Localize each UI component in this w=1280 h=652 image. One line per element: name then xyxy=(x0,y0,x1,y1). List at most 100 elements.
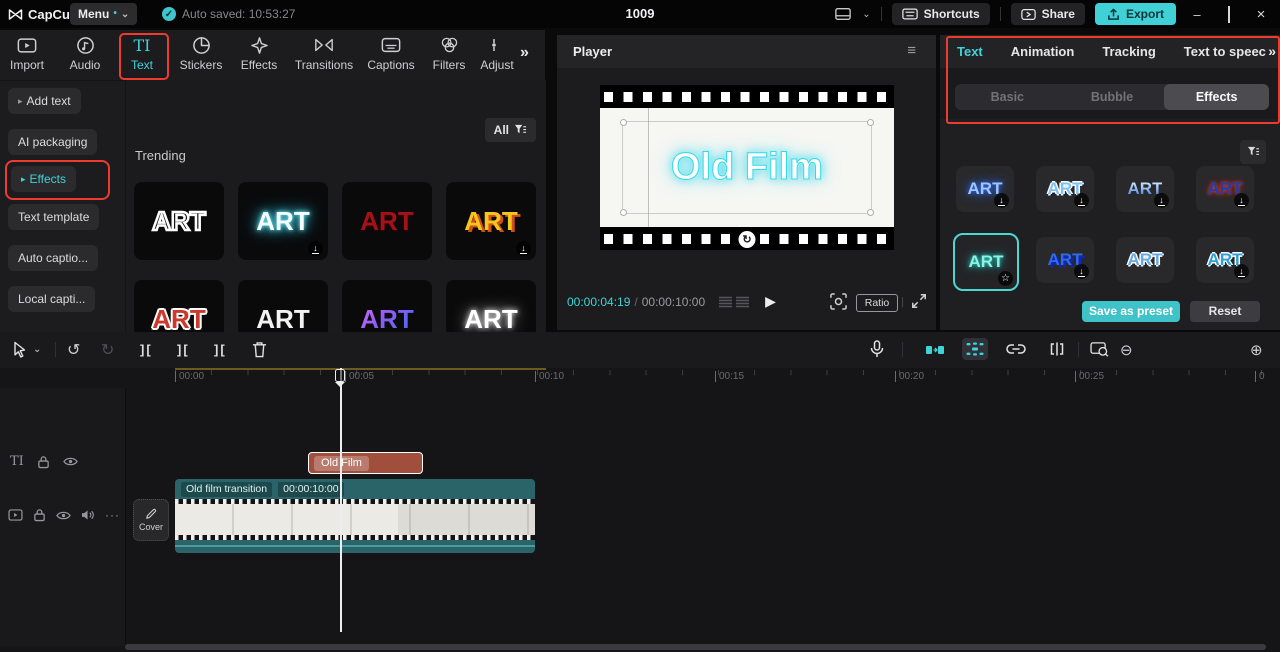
shortcuts-button[interactable]: Shortcuts xyxy=(891,3,990,25)
text-effect-thumbnail[interactable]: ART ↓ xyxy=(1196,166,1254,212)
effect-preview-text: ART xyxy=(968,252,1004,271)
magnetic-snap-icon[interactable] xyxy=(922,339,948,361)
undo-icon[interactable]: ↺ xyxy=(67,340,80,360)
workspace-layout-icon[interactable] xyxy=(834,6,852,22)
selection-handle[interactable] xyxy=(620,119,627,126)
sidebar-item-auto-captions[interactable]: Auto captio... xyxy=(8,245,99,271)
text-effect-thumbnail[interactable]: ART xyxy=(1116,237,1174,283)
ratio-button[interactable]: Ratio xyxy=(856,294,898,312)
tab-text-to-speech[interactable]: Text to speech xyxy=(1184,44,1273,59)
record-voiceover-icon[interactable] xyxy=(870,340,884,359)
effect-thumbnail[interactable]: ART ↓ xyxy=(238,182,328,260)
playhead-handle[interactable] xyxy=(335,369,345,382)
eye-icon[interactable] xyxy=(56,510,71,521)
ribbon-item-stickers[interactable]: Stickers xyxy=(172,34,230,72)
cursor-tool-chevron-icon[interactable]: ⌄ xyxy=(33,344,41,355)
effect-preview-text: ART xyxy=(151,204,207,237)
lock-icon[interactable] xyxy=(37,455,50,469)
maximize-button[interactable] xyxy=(1218,5,1240,23)
preview-quality-icon[interactable] xyxy=(1090,341,1109,357)
sidebar-item-text-template[interactable]: Text template xyxy=(8,204,100,230)
mute-icon[interactable] xyxy=(81,509,95,521)
text-effect-thumbnail[interactable]: ART ↓ xyxy=(1196,237,1254,283)
cover-button[interactable]: Cover xyxy=(133,499,169,541)
effect-thumbnail[interactable]: ART ↓ xyxy=(446,182,536,260)
video-preview[interactable]: Old Film ↻ xyxy=(600,85,894,250)
share-button[interactable]: Share xyxy=(1010,3,1085,25)
sidebar-item-label: Add text xyxy=(26,94,71,108)
frame-list-icon[interactable] xyxy=(736,296,750,308)
timeline-horizontal-scrollbar[interactable] xyxy=(125,644,1266,650)
ribbon-item-captions[interactable]: Captions xyxy=(362,34,420,72)
tab-animation[interactable]: Animation xyxy=(1011,44,1075,59)
split-right-icon[interactable]: ][ xyxy=(214,342,227,357)
playhead-line[interactable] xyxy=(340,368,342,632)
workspace-chevron-icon[interactable]: ⌄ xyxy=(862,9,870,20)
ribbon-label: Captions xyxy=(367,58,415,72)
preview-focus-icon[interactable] xyxy=(830,293,847,310)
eye-icon[interactable] xyxy=(63,456,78,467)
ribbon-item-audio[interactable]: Audio xyxy=(60,34,110,72)
sidebar-item-add-text[interactable]: ▸ Add text xyxy=(8,88,81,114)
text-effect-thumbnail[interactable]: ART ↓ xyxy=(1116,166,1174,212)
sidebar-item-ai-packaging[interactable]: AI packaging xyxy=(8,129,98,155)
frame-list-icon[interactable] xyxy=(719,296,733,308)
cursor-tool-icon[interactable] xyxy=(12,341,28,358)
tabs-overflow-icon[interactable]: » xyxy=(1266,43,1276,59)
subtab-bubble[interactable]: Bubble xyxy=(1060,84,1165,110)
text-clip[interactable]: Old Film xyxy=(308,452,423,474)
text-effect-thumbnail[interactable]: ART ↓ xyxy=(1036,237,1094,283)
play-button[interactable]: ▶ xyxy=(765,293,776,310)
menu-badge-dot: • xyxy=(113,8,117,19)
ribbon-item-text[interactable]: TI Text xyxy=(118,34,166,73)
shortcuts-label: Shortcuts xyxy=(923,7,980,21)
minimize-button[interactable]: – xyxy=(1186,7,1208,22)
tab-text[interactable]: Text xyxy=(957,44,983,59)
lock-icon[interactable] xyxy=(33,508,46,522)
link-clips-icon[interactable] xyxy=(1006,343,1026,355)
save-as-preset-button[interactable]: Save as preset xyxy=(1082,301,1180,322)
text-effect-thumbnail[interactable]: ART ↓ xyxy=(956,166,1014,212)
zoom-in-icon[interactable]: ⊕ xyxy=(1250,341,1263,359)
inspector-filter-button[interactable] xyxy=(1240,140,1266,164)
time-separator: / xyxy=(634,294,638,309)
split-icon[interactable]: ][ xyxy=(177,342,190,357)
video-clip[interactable]: Old film transition 00:00:10:00 xyxy=(175,479,535,553)
selection-handle[interactable] xyxy=(620,209,627,216)
tab-tracking[interactable]: Tracking xyxy=(1102,44,1155,59)
close-button[interactable]: × xyxy=(1250,6,1272,23)
effect-thumbnail[interactable]: ART xyxy=(342,182,432,260)
hamburger-menu-icon[interactable]: ≡ xyxy=(907,42,916,59)
download-icon: ↓ xyxy=(994,193,1009,208)
reset-button[interactable]: Reset xyxy=(1190,301,1260,322)
subtab-effects[interactable]: Effects xyxy=(1164,84,1270,110)
ribbon-expand-icon[interactable]: » xyxy=(520,44,529,62)
ribbon-item-filters[interactable]: Filters xyxy=(422,34,476,72)
split-left-icon[interactable]: ][ xyxy=(140,342,153,357)
unlink-clips-icon[interactable] xyxy=(1048,342,1066,356)
auto-snap-active-icon[interactable] xyxy=(962,338,988,360)
zoom-out-icon[interactable]: ⊖ xyxy=(1120,341,1133,359)
text-effect-thumbnail[interactable]: ART ↓ xyxy=(1036,166,1094,212)
redo-icon[interactable]: ↻ xyxy=(101,340,114,360)
rotate-handle-icon[interactable]: ↻ xyxy=(738,231,756,248)
more-options-icon[interactable]: ··· xyxy=(105,508,120,522)
subtab-basic[interactable]: Basic xyxy=(955,84,1060,110)
export-button[interactable]: Export xyxy=(1094,3,1176,25)
selection-handle[interactable] xyxy=(867,209,874,216)
delete-icon[interactable] xyxy=(252,341,267,358)
effect-thumbnail[interactable]: ART xyxy=(134,182,224,260)
sidebar-item-local-captions[interactable]: Local capti... xyxy=(8,286,96,312)
ribbon-item-adjust[interactable]: Adjust xyxy=(480,34,514,72)
ribbon-item-effects[interactable]: Effects xyxy=(232,34,286,72)
fullscreen-icon[interactable] xyxy=(911,293,927,309)
menu-button[interactable]: Menu • ⌄ xyxy=(70,3,138,25)
text-selection-box[interactable] xyxy=(620,119,874,216)
star-icon[interactable]: ☆ xyxy=(998,271,1013,286)
ribbon-item-import[interactable]: Import xyxy=(2,34,52,72)
sidebar-item-effects[interactable]: ▸ Effects xyxy=(11,166,76,192)
text-effect-thumbnail-selected[interactable]: ART ☆ xyxy=(953,233,1019,291)
selection-handle[interactable] xyxy=(867,119,874,126)
filter-all-button[interactable]: All xyxy=(484,118,536,142)
ribbon-item-transitions[interactable]: Transitions xyxy=(286,34,362,72)
